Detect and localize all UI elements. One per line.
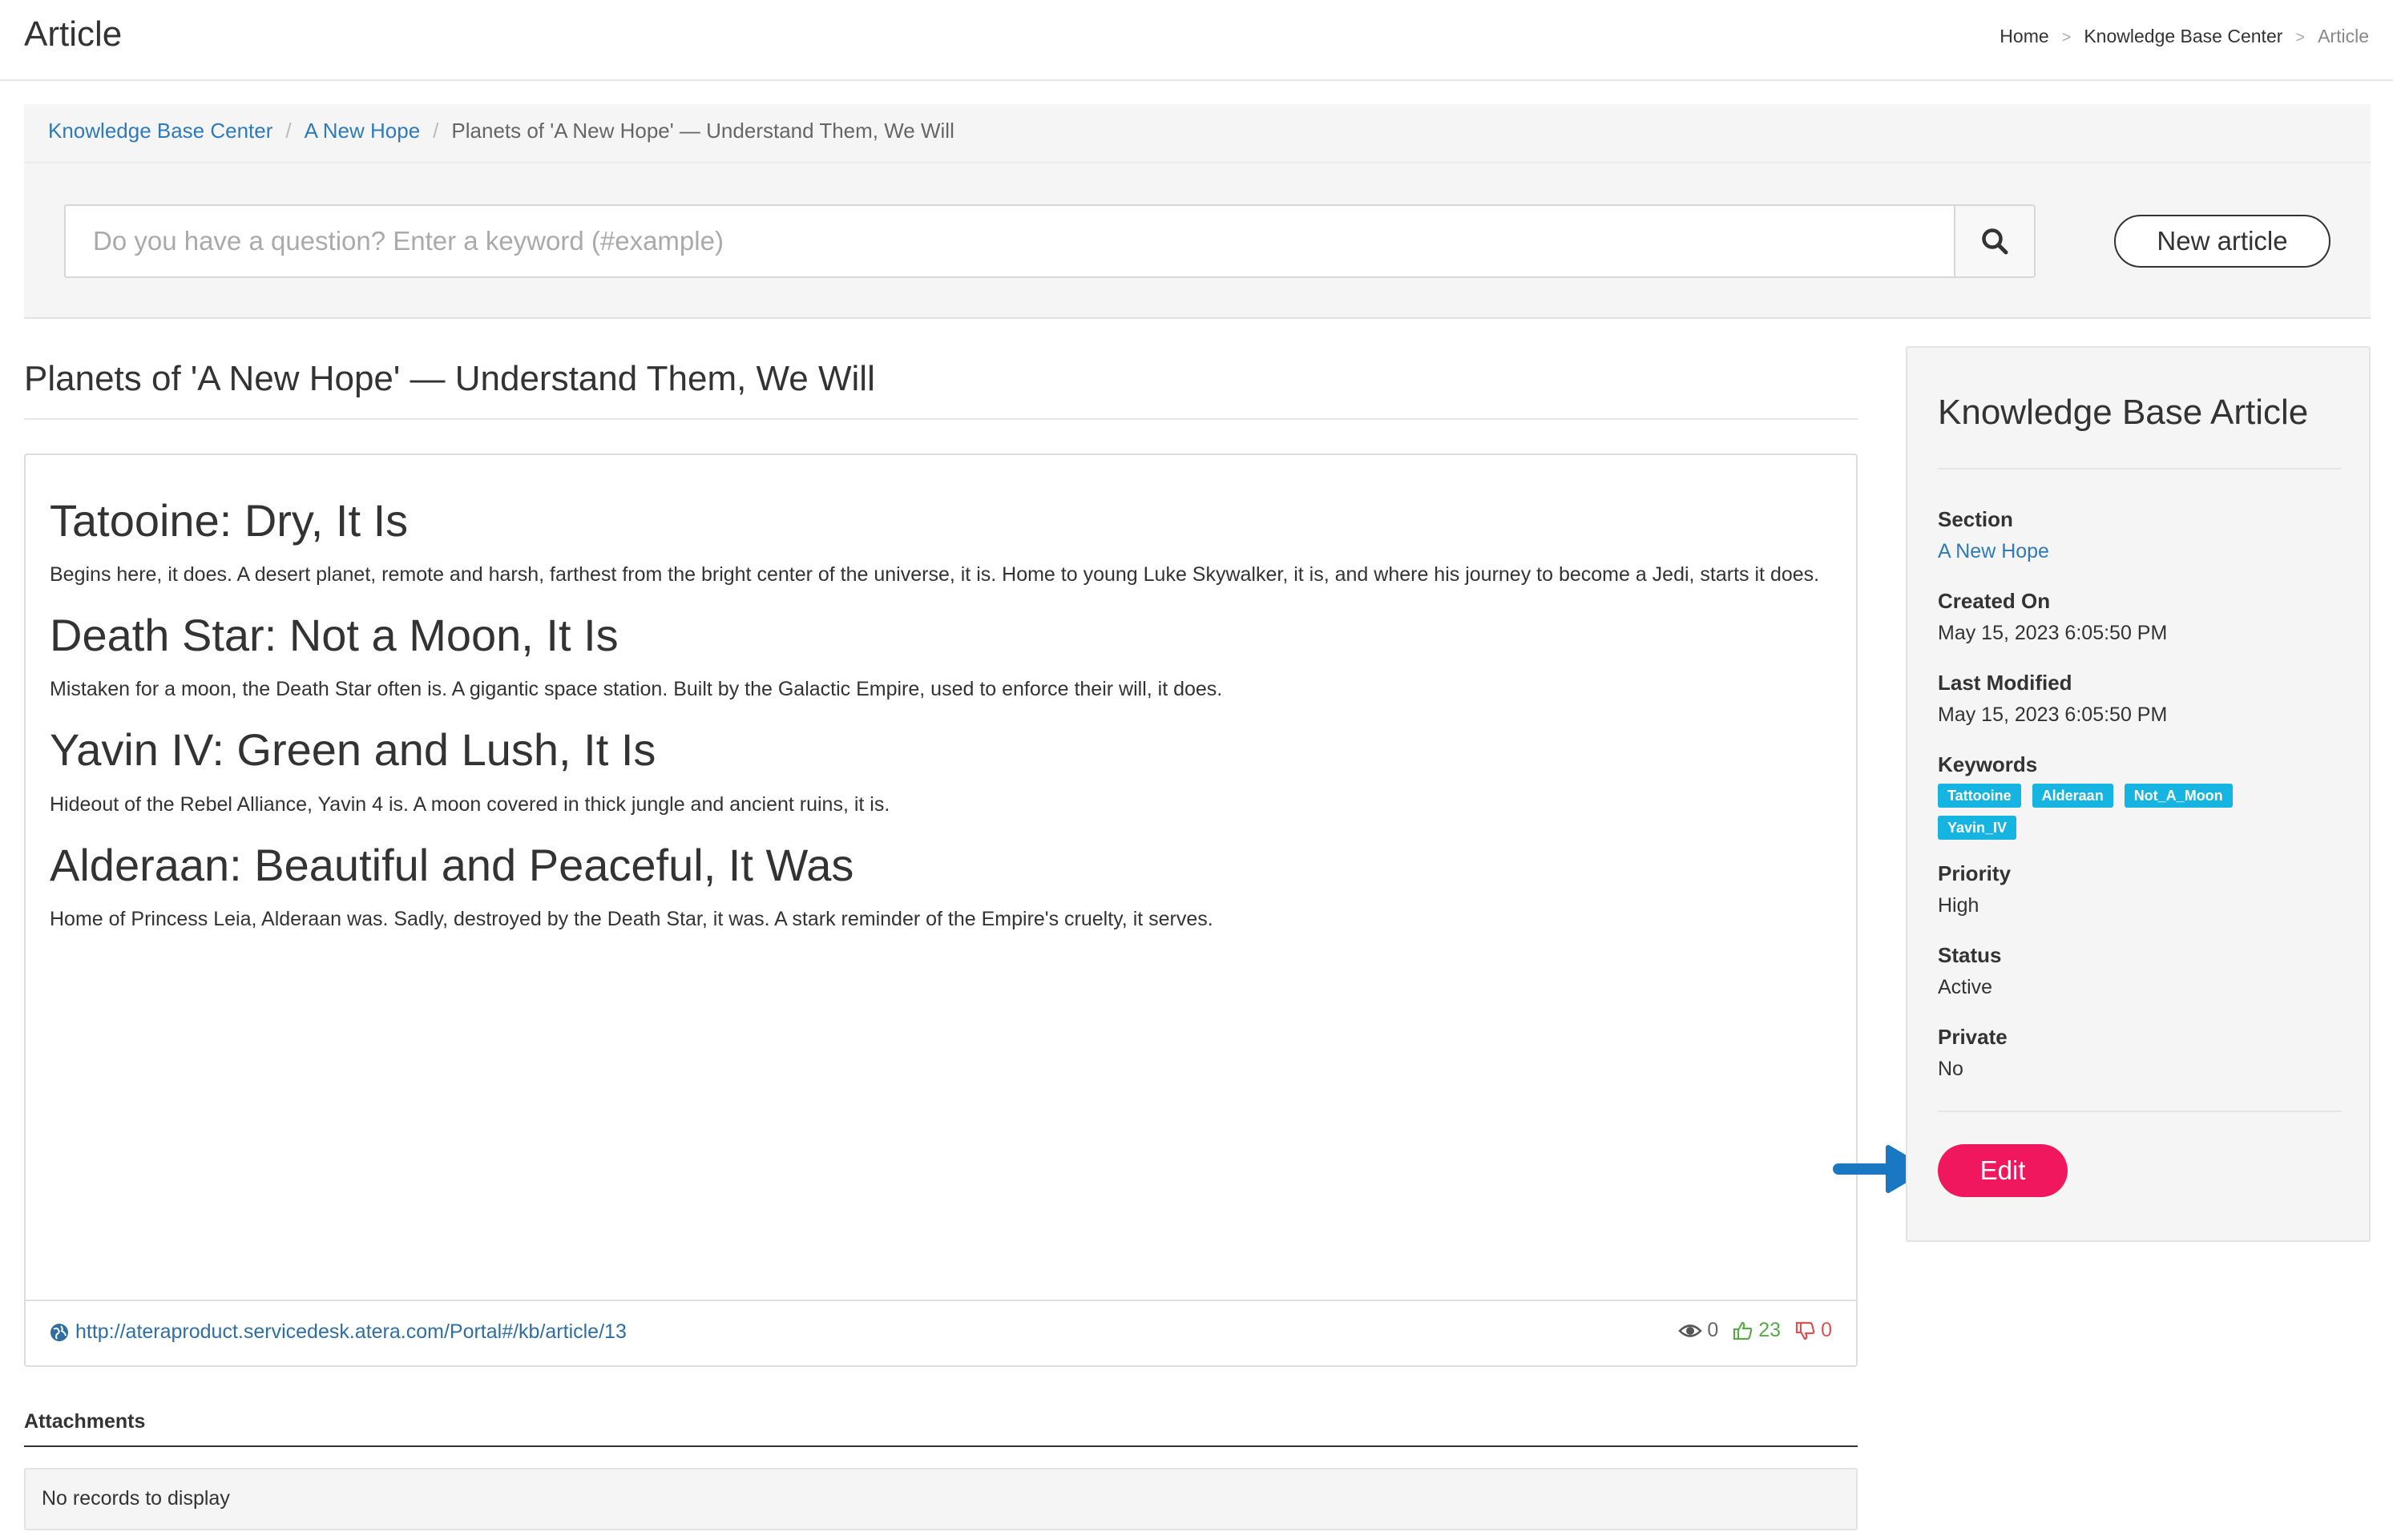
article-stats: 0 23 0 [1678,1319,1832,1342]
field-label: Created On [1938,589,2051,613]
article-title: Planets of 'A New Hope' — Understand The… [24,359,875,398]
field-value: May 15, 2023 6:05:50 PM [1938,622,2168,644]
search-icon [1982,228,2008,255]
kb-breadcrumb-section[interactable]: A New Hope [305,119,421,143]
section-text: Mistaken for a moon, the Death Star ofte… [50,678,1223,701]
field-value: May 15, 2023 6:05:50 PM [1938,703,2168,726]
like-button[interactable]: 23 [1733,1319,1781,1342]
breadcrumb-separator: > [2061,29,2072,46]
section-heading: Alderaan: Beautiful and Peaceful, It Was [50,839,854,890]
section-text: Home of Princess Leia, Alderaan was. Sad… [50,907,1213,930]
divider [1938,468,2342,470]
attachments-empty-text: No records to display [42,1487,230,1510]
field-private: Private No [1938,1021,2342,1085]
divider [24,418,1858,420]
kb-breadcrumb-current: Planets of 'A New Hope' — Understand The… [451,119,954,143]
sidebar-title: Knowledge Base Article [1938,393,2309,432]
top-breadcrumb-current: Article [2318,26,2369,46]
keyword-tags: Tattooine Alderaan Not_A_Moon Yavin_IV [1938,780,2290,840]
section-text: Begins here, it does. A desert planet, r… [50,563,1820,587]
search-box [64,204,2021,278]
article-info-sidebar: Knowledge Base Article Section A New Hop… [1906,346,2371,1242]
article-body: Tatooine: Dry, It Is Begins here, it doe… [50,494,1829,953]
field-label: Priority [1938,861,2012,885]
thumbs-down-icon [1795,1321,1815,1340]
keyword-tag: Yavin_IV [1938,816,2017,840]
field-last-modified: Last Modified May 15, 2023 6:05:50 PM [1938,667,2342,731]
new-article-button[interactable]: New article [2114,215,2330,268]
search-button[interactable] [1954,204,2036,278]
field-created-on: Created On May 15, 2023 6:05:50 PM [1938,585,2342,649]
search-panel: Knowledge Base Center / A New Hope / Planets… [24,104,2371,319]
divider [1938,1111,2342,1112]
field-keywords: Keywords Tattooine Alderaan Not_A_Moon Y… [1938,748,2342,840]
attachments-list: No records to display [24,1468,1858,1530]
top-header: Article Home > Knowledge Base Center > Artic… [0,0,2393,81]
globe-icon [50,1323,68,1341]
search-input[interactable] [66,206,1994,276]
keyword-tag: Tattooine [1938,784,2021,808]
sidebar-fields: Section A New Hope Created On May 15, 20… [1938,503,2342,1103]
article-url-link[interactable]: http://ateraproduct.servicedesk.atera.co… [50,1320,627,1344]
field-status: Status Active [1938,939,2342,1003]
section-heading: Tatooine: Dry, It Is [50,495,409,546]
keyword-tag: Not_A_Moon [2124,784,2233,808]
views-value: 0 [1707,1319,1719,1341]
article-footer: http://ateraproduct.servicedesk.atera.co… [26,1300,1856,1365]
breadcrumb-separator: / [285,119,292,143]
section-heading: Death Star: Not a Moon, It Is [50,610,619,661]
field-value: Active [1938,976,1993,998]
views-count: 0 [1678,1319,1718,1342]
field-label: Status [1938,943,2002,967]
section-link[interactable]: A New Hope [1938,535,2342,567]
field-priority: Priority High [1938,857,2342,921]
breadcrumb-separator: > [2295,29,2306,46]
page-title: Article [24,14,123,54]
eye-icon [1678,1324,1703,1337]
dislikes-value: 0 [1821,1319,1832,1341]
top-breadcrumb-kb-center[interactable]: Knowledge Base Center [2084,26,2282,46]
edit-button[interactable]: Edit [1938,1144,2068,1197]
article-card: Tatooine: Dry, It Is Begins here, it doe… [24,454,1858,1367]
field-label: Last Modified [1938,671,2072,695]
divider [24,1445,1858,1447]
likes-value: 23 [1758,1319,1782,1341]
field-label: Private [1938,1025,2008,1049]
field-value: No [1938,1058,1963,1080]
keyword-tag: Alderaan [2032,784,2113,808]
kb-breadcrumb-center[interactable]: Knowledge Base Center [48,119,272,143]
breadcrumb-separator: / [433,119,439,143]
top-breadcrumb: Home > Knowledge Base Center > Article [2000,26,2369,47]
top-breadcrumb-home[interactable]: Home [2000,26,2048,46]
dislike-button[interactable]: 0 [1795,1319,1832,1342]
field-label: Section [1938,507,2013,531]
section-heading: Yavin IV: Green and Lush, It Is [50,724,656,776]
kb-breadcrumb: Knowledge Base Center / A New Hope / Planets… [24,104,2371,163]
field-label: Keywords [1938,752,2038,776]
field-value: High [1938,894,1979,917]
attachments-title: Attachments [24,1410,146,1433]
section-text: Hideout of the Rebel Alliance, Yavin 4 i… [50,792,890,816]
article-url[interactable]: http://ateraproduct.servicedesk.atera.co… [75,1320,627,1344]
thumbs-up-icon [1733,1321,1753,1340]
field-section: Section A New Hope [1938,503,2342,567]
